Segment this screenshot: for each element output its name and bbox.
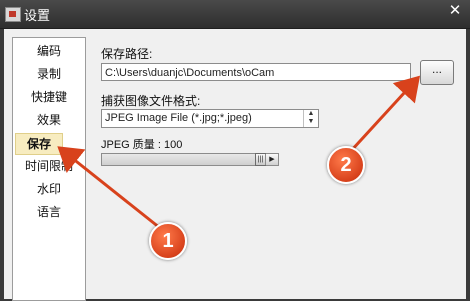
annotation-overlay	[57, 75, 421, 230]
annotation-badge-1: 1	[149, 222, 187, 260]
annotation-badge-2: 2	[327, 146, 365, 184]
arrow-to-save-item	[57, 146, 161, 230]
arrow-to-browse-button	[348, 75, 421, 154]
